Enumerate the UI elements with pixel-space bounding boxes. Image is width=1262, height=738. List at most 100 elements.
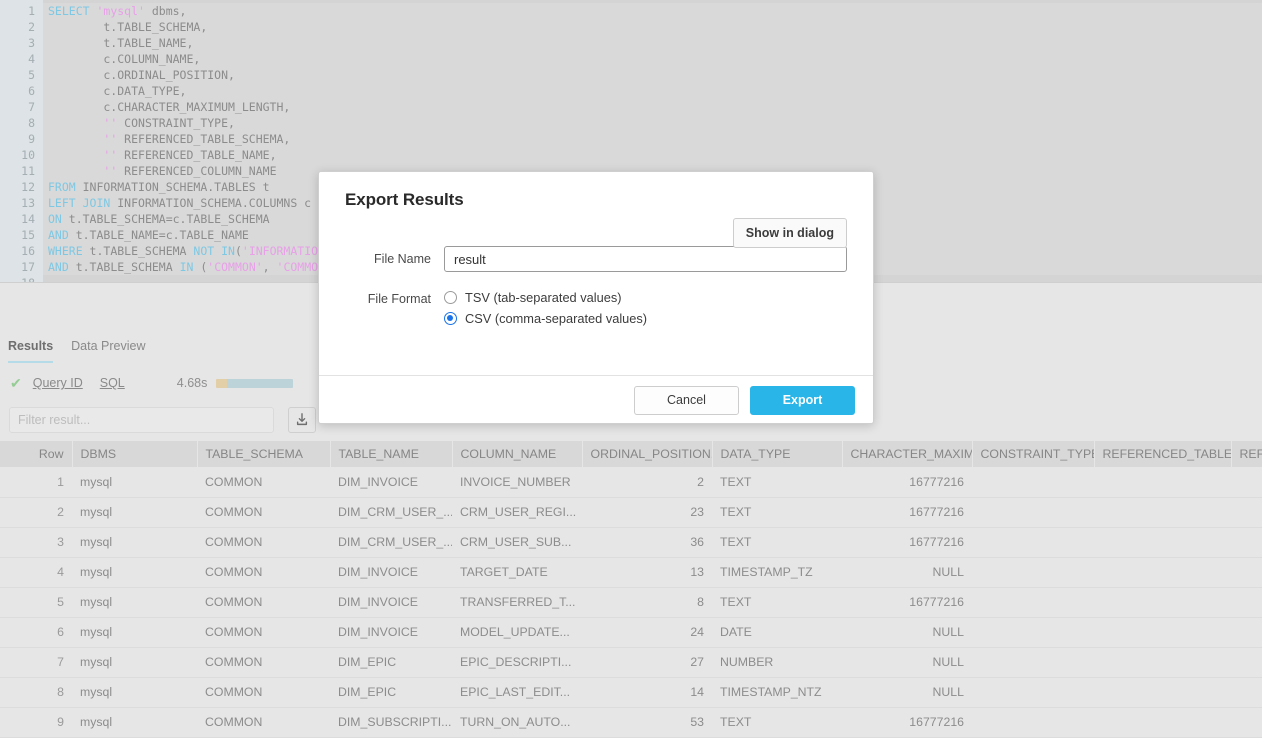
table-cell[interactable]: mysql [72, 677, 197, 707]
table-cell[interactable]: TEXT [712, 497, 842, 527]
table-row[interactable]: 6mysqlCOMMONDIM_INVOICEMODEL_UPDATE...24… [0, 617, 1262, 647]
table-cell[interactable]: 2 [0, 497, 72, 527]
table-cell[interactable]: 16777216 [842, 527, 972, 557]
table-cell[interactable] [972, 467, 1094, 497]
table-cell[interactable] [1094, 497, 1231, 527]
cancel-button[interactable]: Cancel [634, 386, 739, 415]
table-cell[interactable] [1231, 467, 1262, 497]
format-option-tsv[interactable]: TSV (tab-separated values) [444, 290, 647, 305]
table-cell[interactable] [972, 587, 1094, 617]
table-cell[interactable]: 9 [0, 707, 72, 737]
table-cell[interactable] [1094, 617, 1231, 647]
table-cell[interactable] [972, 677, 1094, 707]
table-cell[interactable]: DIM_CRM_USER_... [330, 527, 452, 557]
table-cell[interactable]: 8 [0, 677, 72, 707]
download-results-button[interactable] [288, 407, 316, 433]
table-row[interactable]: 8mysqlCOMMONDIM_EPICEPIC_LAST_EDIT...14T… [0, 677, 1262, 707]
table-cell[interactable]: NUMBER [712, 647, 842, 677]
table-row[interactable]: 1mysqlCOMMONDIM_INVOICEINVOICE_NUMBER2TE… [0, 467, 1262, 497]
column-header[interactable]: REFERENCED_TABLE [1094, 441, 1231, 467]
column-header[interactable]: CHARACTER_MAXIM [842, 441, 972, 467]
table-cell[interactable]: DIM_INVOICE [330, 557, 452, 587]
table-row[interactable]: 3mysqlCOMMONDIM_CRM_USER_...CRM_USER_SUB… [0, 527, 1262, 557]
table-cell[interactable] [1231, 617, 1262, 647]
format-option-csv[interactable]: CSV (comma-separated values) [444, 311, 647, 326]
column-header[interactable]: TABLE_NAME [330, 441, 452, 467]
column-header[interactable]: DATA_TYPE [712, 441, 842, 467]
table-cell[interactable] [1231, 647, 1262, 677]
table-cell[interactable]: 16777216 [842, 707, 972, 737]
tab-results[interactable]: Results [8, 330, 53, 363]
column-header[interactable]: COLUMN_NAME [452, 441, 582, 467]
table-cell[interactable] [1094, 647, 1231, 677]
table-cell[interactable]: COMMON [197, 467, 330, 497]
editor-code-line[interactable]: c.ORDINAL_POSITION, [43, 67, 1262, 83]
table-cell[interactable]: CRM_USER_SUB... [452, 527, 582, 557]
table-cell[interactable]: 4 [0, 557, 72, 587]
table-cell[interactable]: DIM_SUBSCRIPTI... [330, 707, 452, 737]
table-cell[interactable] [1094, 587, 1231, 617]
sql-link[interactable]: SQL [100, 376, 125, 390]
table-cell[interactable] [1094, 677, 1231, 707]
table-cell[interactable] [1094, 527, 1231, 557]
table-cell[interactable]: NULL [842, 557, 972, 587]
table-cell[interactable]: TURN_ON_AUTO... [452, 707, 582, 737]
table-row[interactable]: 2mysqlCOMMONDIM_CRM_USER_...CRM_USER_REG… [0, 497, 1262, 527]
table-cell[interactable]: mysql [72, 557, 197, 587]
table-cell[interactable]: TEXT [712, 707, 842, 737]
table-cell[interactable]: 3 [0, 527, 72, 557]
editor-code-line[interactable]: t.TABLE_NAME, [43, 35, 1262, 51]
table-cell[interactable] [1231, 707, 1262, 737]
table-cell[interactable]: CRM_USER_REGI... [452, 497, 582, 527]
table-cell[interactable]: 7 [0, 647, 72, 677]
table-cell[interactable]: COMMON [197, 587, 330, 617]
table-cell[interactable] [972, 617, 1094, 647]
table-cell[interactable]: TARGET_DATE [452, 557, 582, 587]
table-cell[interactable]: 16777216 [842, 467, 972, 497]
query-id-link[interactable]: Query ID [33, 376, 83, 390]
show-in-dialog-button[interactable]: Show in dialog [733, 218, 847, 248]
filter-result-input[interactable] [9, 407, 274, 433]
table-cell[interactable]: mysql [72, 467, 197, 497]
table-cell[interactable]: COMMON [197, 557, 330, 587]
table-cell[interactable]: DIM_EPIC [330, 647, 452, 677]
table-cell[interactable] [972, 527, 1094, 557]
table-cell[interactable] [1231, 497, 1262, 527]
table-cell[interactable]: TEXT [712, 527, 842, 557]
results-table-container[interactable]: RowDBMSTABLE_SCHEMATABLE_NAMECOLUMN_NAME… [0, 441, 1262, 738]
editor-code-line[interactable]: c.COLUMN_NAME, [43, 51, 1262, 67]
table-cell[interactable]: 5 [0, 587, 72, 617]
column-header[interactable]: ORDINAL_POSITION. [582, 441, 712, 467]
table-cell[interactable]: TIMESTAMP_NTZ [712, 677, 842, 707]
table-cell[interactable] [1231, 557, 1262, 587]
table-row[interactable]: 7mysqlCOMMONDIM_EPICEPIC_DESCRIPTI...27N… [0, 647, 1262, 677]
table-cell[interactable]: 14 [582, 677, 712, 707]
table-cell[interactable]: mysql [72, 647, 197, 677]
table-cell[interactable]: DATE [712, 617, 842, 647]
editor-code-line[interactable]: '' REFERENCED_TABLE_NAME, [43, 147, 1262, 163]
table-cell[interactable]: mysql [72, 497, 197, 527]
table-cell[interactable]: DIM_INVOICE [330, 587, 452, 617]
editor-code-line[interactable]: c.DATA_TYPE, [43, 83, 1262, 99]
editor-code-line[interactable]: SELECT 'mysql' dbms, [43, 3, 1262, 19]
table-cell[interactable] [972, 707, 1094, 737]
editor-code-line[interactable]: c.CHARACTER_MAXIMUM_LENGTH, [43, 99, 1262, 115]
table-cell[interactable] [972, 647, 1094, 677]
table-row[interactable]: 9mysqlCOMMONDIM_SUBSCRIPTI...TURN_ON_AUT… [0, 707, 1262, 737]
table-cell[interactable]: 36 [582, 527, 712, 557]
table-cell[interactable]: NULL [842, 677, 972, 707]
table-cell[interactable] [972, 497, 1094, 527]
table-cell[interactable]: 23 [582, 497, 712, 527]
table-cell[interactable]: COMMON [197, 647, 330, 677]
table-cell[interactable] [1094, 707, 1231, 737]
table-cell[interactable]: mysql [72, 617, 197, 647]
table-cell[interactable] [1231, 677, 1262, 707]
table-row[interactable]: 5mysqlCOMMONDIM_INVOICETRANSFERRED_T...8… [0, 587, 1262, 617]
table-cell[interactable]: NULL [842, 647, 972, 677]
table-cell[interactable] [1094, 467, 1231, 497]
table-cell[interactable]: 27 [582, 647, 712, 677]
table-cell[interactable]: 24 [582, 617, 712, 647]
table-cell[interactable]: MODEL_UPDATE... [452, 617, 582, 647]
table-cell[interactable]: 8 [582, 587, 712, 617]
table-cell[interactable]: 6 [0, 617, 72, 647]
